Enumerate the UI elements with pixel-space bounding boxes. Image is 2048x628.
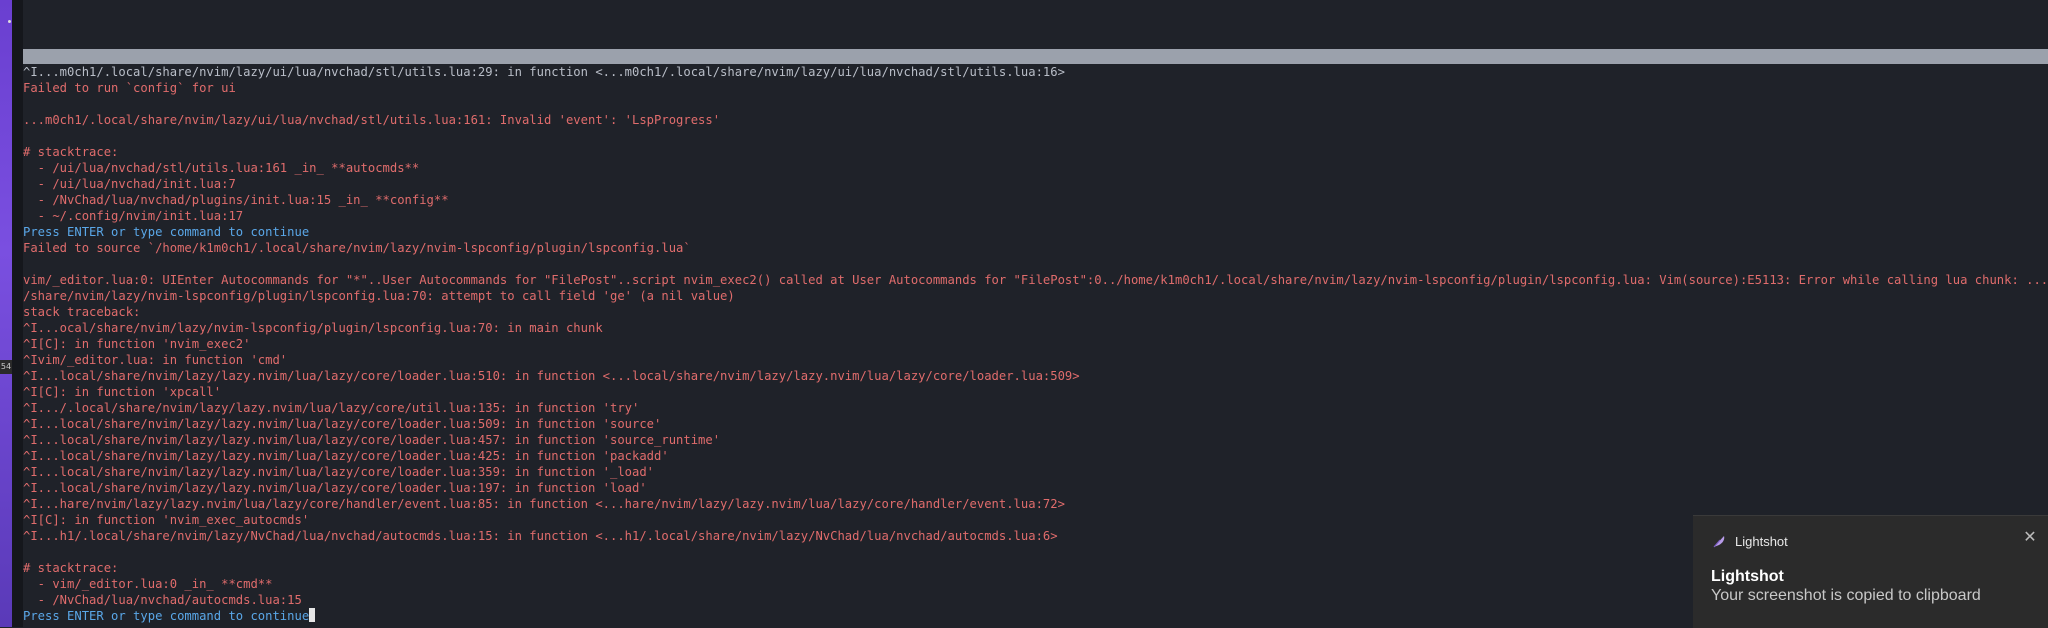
window-border bbox=[12, 0, 23, 627]
close-icon[interactable]: ✕ bbox=[2022, 530, 2038, 546]
terminal-line: Press ENTER or type command to continue bbox=[23, 224, 2048, 240]
terminal-line: ^I...hare/nvim/lazy/lazy.nvim/lua/lazy/c… bbox=[23, 496, 2048, 512]
terminal-line-text: Failed to source `/home/k1m0ch1/.local/s… bbox=[23, 241, 691, 255]
terminal-line: ^I[C]: in function 'nvim_exec2' bbox=[23, 336, 2048, 352]
terminal-line: ^I...local/share/nvim/lazy/lazy.nvim/lua… bbox=[23, 368, 2048, 384]
terminal-line: Failed to run `config` for ui bbox=[23, 80, 2048, 96]
terminal-line-text: ^I...ocal/share/nvim/lazy/nvim-lspconfig… bbox=[23, 321, 603, 335]
terminal-line-text: ^I...m0ch1/.local/share/nvim/lazy/ui/lua… bbox=[23, 65, 1065, 79]
terminal-line-text: - /ui/lua/nvchad/init.lua:7 bbox=[23, 177, 236, 191]
toast-header: Lightshot bbox=[1711, 533, 1788, 549]
terminal-line-text: Failed to run `config` for ui bbox=[23, 81, 236, 95]
terminal-line-text: # stacktrace: bbox=[23, 145, 119, 159]
terminal-line-text: - /NvChad/lua/nvchad/plugins/init.lua:15… bbox=[23, 193, 449, 207]
terminal-line-text: vim/_editor.lua:0: UIEnter Autocommands … bbox=[23, 273, 2048, 287]
terminal-line-text: ^I[C]: in function 'nvim_exec2' bbox=[23, 337, 251, 351]
toast-app-name: Lightshot bbox=[1735, 533, 1788, 549]
terminal-line-text: ^I...h1/.local/share/nvim/lazy/NvChad/lu… bbox=[23, 529, 1058, 543]
notification-toast[interactable]: Lightshot ✕ Lightshot Your screenshot is… bbox=[1693, 515, 2048, 628]
terminal-line-text: ^I...local/share/nvim/lazy/lazy.nvim/lua… bbox=[23, 433, 721, 447]
terminal-line: - /ui/lua/nvchad/init.lua:7 bbox=[23, 176, 2048, 192]
terminal-line: - /NvChad/lua/nvchad/plugins/init.lua:15… bbox=[23, 192, 2048, 208]
terminal-line-text: - /ui/lua/nvchad/stl/utils.lua:161 _in_ … bbox=[23, 161, 420, 175]
terminal-line: ^I...local/share/nvim/lazy/lazy.nvim/lua… bbox=[23, 464, 2048, 480]
text-cursor bbox=[309, 608, 316, 622]
terminal-line-text: ^I[C]: in function 'nvim_exec_autocmds' bbox=[23, 513, 310, 527]
terminal-line-text: ^I...local/share/nvim/lazy/lazy.nvim/lua… bbox=[23, 417, 662, 431]
terminal-line-text: ^Ivim/_editor.lua: in function 'cmd' bbox=[23, 353, 288, 367]
terminal-line-text: ^I...local/share/nvim/lazy/lazy.nvim/lua… bbox=[23, 369, 1080, 383]
terminal-line: ^I.../.local/share/nvim/lazy/lazy.nvim/l… bbox=[23, 400, 2048, 416]
terminal-line-text: - /NvChad/lua/nvchad/autocmds.lua:15 bbox=[23, 593, 302, 607]
terminal-line: ^I...ocal/share/nvim/lazy/nvim-lspconfig… bbox=[23, 320, 2048, 336]
terminal-line: Failed to source `/home/k1m0ch1/.local/s… bbox=[23, 240, 2048, 256]
terminal-line: ^I...local/share/nvim/lazy/lazy.nvim/lua… bbox=[23, 432, 2048, 448]
terminal-line: ^Ivim/_editor.lua: in function 'cmd' bbox=[23, 352, 2048, 368]
taskbar-dot bbox=[8, 20, 11, 23]
terminal-line-text: Press ENTER or type command to continue bbox=[23, 225, 310, 239]
terminal-line-text: - vim/_editor.lua:0 _in_ **cmd** bbox=[23, 577, 273, 591]
feather-icon bbox=[1713, 536, 1725, 548]
terminal-line-text: stack traceback: bbox=[23, 305, 141, 319]
terminal-line-text: - ~/.config/nvim/init.lua:17 bbox=[23, 209, 244, 223]
terminal-line: stack traceback: bbox=[23, 304, 2048, 320]
terminal-line-text: # stacktrace: bbox=[23, 561, 119, 575]
terminal-line-text: ^I...local/share/nvim/lazy/lazy.nvim/lua… bbox=[23, 449, 669, 463]
terminal-line: ^I...local/share/nvim/lazy/lazy.nvim/lua… bbox=[23, 480, 2048, 496]
terminal-line: # stacktrace: bbox=[23, 144, 2048, 160]
terminal-line-text: ^I...local/share/nvim/lazy/lazy.nvim/lua… bbox=[23, 481, 647, 495]
terminal-line-text: Press ENTER or type command to continue bbox=[23, 609, 310, 623]
terminal-line: - /ui/lua/nvchad/stl/utils.lua:161 _in_ … bbox=[23, 160, 2048, 176]
taskbar-strip: 54 bbox=[0, 0, 12, 627]
terminal-line-text: ^I...local/share/nvim/lazy/lazy.nvim/lua… bbox=[23, 465, 655, 479]
terminal-line-text: ...m0ch1/.local/share/nvim/lazy/ui/lua/n… bbox=[23, 113, 721, 127]
terminal-line: ^I[C]: in function 'xpcall' bbox=[23, 384, 2048, 400]
terminal-line: ^I...local/share/nvim/lazy/lazy.nvim/lua… bbox=[23, 416, 2048, 432]
toast-title: Lightshot bbox=[1711, 568, 1784, 585]
terminal-line-text: /share/nvim/lazy/nvim-lspconfig/plugin/l… bbox=[23, 289, 735, 303]
terminal-line: ...m0ch1/.local/share/nvim/lazy/ui/lua/n… bbox=[23, 112, 2048, 128]
terminal-line-text: ^I.../.local/share/nvim/lazy/lazy.nvim/l… bbox=[23, 401, 640, 415]
terminal-line: - ~/.config/nvim/init.lua:17 bbox=[23, 208, 2048, 224]
taskbar-badge[interactable]: 54 bbox=[0, 360, 12, 374]
terminal-line: /share/nvim/lazy/nvim-lspconfig/plugin/l… bbox=[23, 288, 2048, 304]
nvim-statusline bbox=[23, 49, 2048, 64]
terminal-line-text: ^I...hare/nvim/lazy/lazy.nvim/lua/lazy/c… bbox=[23, 497, 1065, 511]
terminal-line: ^I...m0ch1/.local/share/nvim/lazy/ui/lua… bbox=[23, 64, 2048, 80]
toast-message: Your screenshot is copied to clipboard bbox=[1711, 587, 1981, 604]
terminal-line-text: ^I[C]: in function 'xpcall' bbox=[23, 385, 222, 399]
terminal-line: ^I...local/share/nvim/lazy/lazy.nvim/lua… bbox=[23, 448, 2048, 464]
terminal-line: vim/_editor.lua:0: UIEnter Autocommands … bbox=[23, 272, 2048, 288]
